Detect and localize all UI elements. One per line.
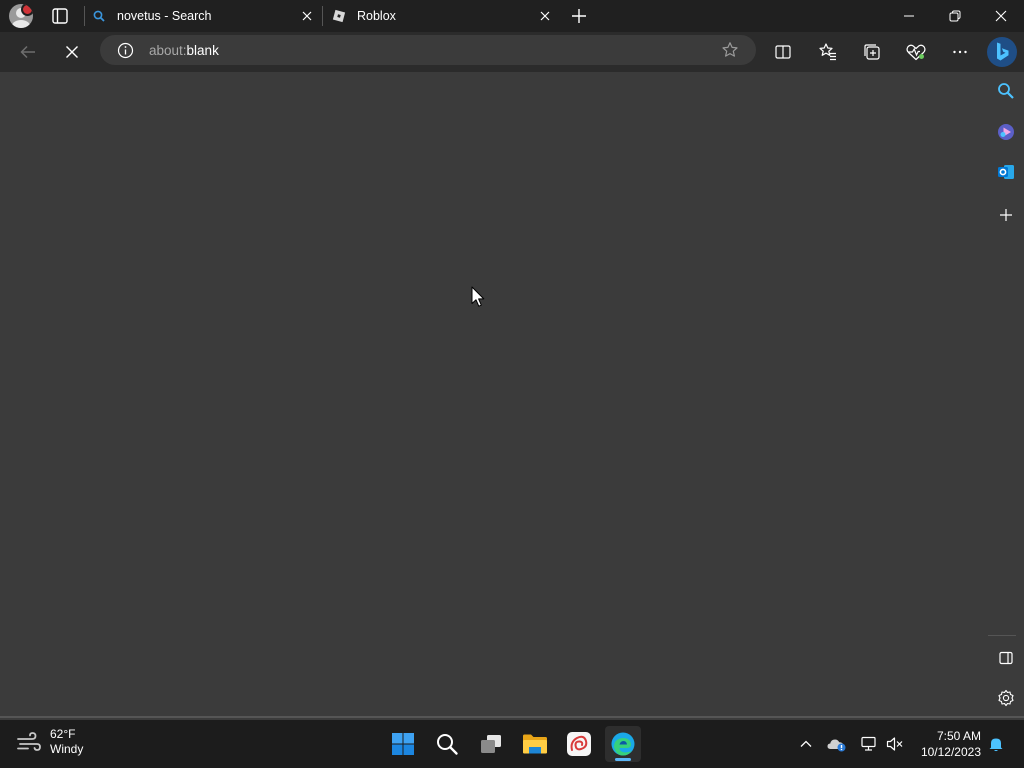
roblox-icon xyxy=(332,9,346,23)
info-icon[interactable] xyxy=(117,42,134,59)
browser-essentials-icon xyxy=(906,44,926,61)
taskbar-search-button[interactable] xyxy=(429,726,465,762)
weather-temperature: 62°F xyxy=(50,727,76,741)
bell-icon xyxy=(989,738,1003,752)
add-icon xyxy=(1000,209,1012,221)
edge-sidebar xyxy=(988,72,1024,718)
task-view-button[interactable] xyxy=(473,726,509,762)
volume-tray-button[interactable] xyxy=(885,734,905,754)
copilot-icon xyxy=(998,124,1014,140)
start-icon xyxy=(392,733,414,755)
volume-muted-icon xyxy=(886,737,903,751)
address-bar[interactable]: about:blank xyxy=(100,35,756,65)
file-explorer-icon xyxy=(523,734,547,754)
close-tab-icon[interactable] xyxy=(300,9,314,23)
search-icon xyxy=(437,734,458,755)
collections-button[interactable] xyxy=(860,40,884,64)
close-icon xyxy=(995,10,1007,22)
browser-toolbar: about:blank xyxy=(0,32,1024,72)
taskbar-app-button[interactable] xyxy=(561,726,597,762)
favorites-icon xyxy=(819,43,836,61)
bing-icon xyxy=(987,37,1017,67)
sidebar-divider xyxy=(988,635,1016,636)
minimize-button[interactable] xyxy=(886,0,932,32)
stop-loading-button[interactable] xyxy=(60,40,84,64)
weather-widget[interactable]: 62°F Windy xyxy=(16,727,83,757)
url-text: about:blank xyxy=(149,43,219,58)
back-button[interactable] xyxy=(16,40,40,64)
weather-condition: Windy xyxy=(50,742,84,756)
task-view-icon xyxy=(481,735,501,753)
search-icon xyxy=(998,83,1014,99)
restore-icon xyxy=(949,10,961,22)
app-icon xyxy=(567,732,591,756)
browser-essentials-button[interactable] xyxy=(904,40,928,64)
onedrive-icon xyxy=(827,739,846,752)
bing-copilot-button[interactable] xyxy=(986,36,1018,68)
sidebar-settings-button[interactable] xyxy=(992,684,1020,712)
edge-icon xyxy=(611,732,635,756)
onedrive-tray-button[interactable] xyxy=(827,734,847,754)
page-content[interactable] xyxy=(0,72,988,718)
horizontal-scrollbar[interactable] xyxy=(0,716,1024,718)
settings-icon xyxy=(998,689,1014,707)
divider xyxy=(322,6,323,26)
clock-date: 10/12/2023 xyxy=(920,745,981,759)
new-tab-button[interactable] xyxy=(569,6,589,26)
split-screen-icon xyxy=(775,45,791,59)
more-icon xyxy=(953,50,967,54)
title-bar: novetus - Search Roblox xyxy=(0,0,1024,32)
favorites-button[interactable] xyxy=(816,40,840,64)
show-hidden-icons-button[interactable] xyxy=(796,734,816,754)
chevron-up-icon xyxy=(800,740,812,747)
hide-sidebar-icon xyxy=(999,651,1013,665)
hide-sidebar-button[interactable] xyxy=(992,644,1020,672)
network-icon xyxy=(861,736,876,751)
mouse-cursor-icon xyxy=(471,286,485,307)
notification-dot xyxy=(21,4,33,16)
network-tray-button[interactable] xyxy=(860,734,880,754)
clock-time: 7:50 AM xyxy=(936,729,981,743)
back-icon xyxy=(20,45,35,59)
url-scheme: about: xyxy=(149,43,187,58)
wind-icon xyxy=(17,732,41,751)
tab-actions-button[interactable] xyxy=(48,6,72,26)
split-screen-button[interactable] xyxy=(771,40,795,64)
edge-taskbar-button[interactable] xyxy=(605,726,641,762)
tab-roblox[interactable]: Roblox xyxy=(332,0,560,32)
tab-title: novetus - Search xyxy=(117,9,212,23)
active-indicator xyxy=(615,758,631,761)
url-page: blank xyxy=(186,43,219,58)
collections-icon xyxy=(864,44,880,60)
restore-button[interactable] xyxy=(932,0,978,32)
sidebar-search-button[interactable] xyxy=(992,77,1020,105)
search-icon xyxy=(93,10,105,22)
notifications-button[interactable] xyxy=(986,734,1006,754)
sidebar-outlook-button[interactable] xyxy=(992,158,1020,186)
tab-actions-icon xyxy=(52,8,68,24)
profile-avatar[interactable] xyxy=(9,4,33,28)
file-explorer-button[interactable] xyxy=(517,726,553,762)
divider xyxy=(84,6,85,26)
taskbar: 62°F Windy 7:50 AM 10/12/2023 xyxy=(0,720,1024,768)
tab-novetus-search[interactable]: novetus - Search xyxy=(92,0,322,32)
plus-icon xyxy=(572,9,586,23)
outlook-icon xyxy=(998,165,1014,179)
close-window-button[interactable] xyxy=(978,0,1024,32)
minimize-icon xyxy=(904,15,914,17)
start-button[interactable] xyxy=(385,726,421,762)
add-favorite-icon[interactable] xyxy=(721,41,739,59)
more-button[interactable] xyxy=(948,40,972,64)
close-tab-icon[interactable] xyxy=(538,9,552,23)
tab-title: Roblox xyxy=(357,9,396,23)
sidebar-add-button[interactable] xyxy=(992,201,1020,229)
sidebar-copilot-button[interactable] xyxy=(992,118,1020,146)
clock[interactable]: 7:50 AM 10/12/2023 xyxy=(918,728,981,760)
stop-loading-icon xyxy=(66,46,78,58)
